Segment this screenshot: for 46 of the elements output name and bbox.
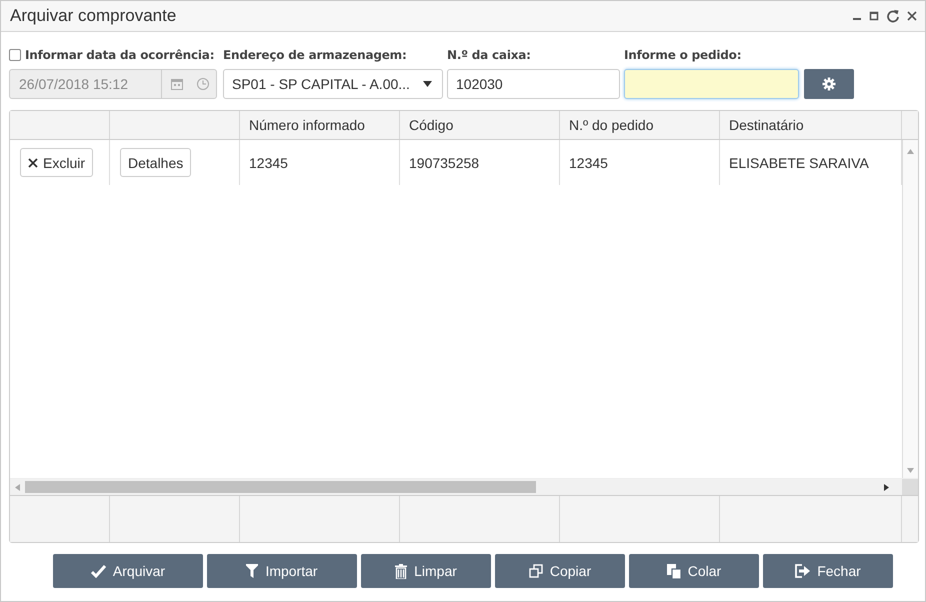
copy-icon (528, 564, 543, 578)
delete-button[interactable]: Excluir (20, 148, 94, 177)
action-button[interactable]: Fechar (763, 554, 893, 588)
table-cell: 190735258 (409, 154, 480, 170)
column-header[interactable]: Destinatário (729, 117, 804, 133)
vertical-scrollbar[interactable] (902, 140, 918, 478)
action-button[interactable]: Colar (629, 554, 759, 588)
checkbox[interactable] (9, 49, 21, 61)
maximize-icon[interactable] (869, 11, 879, 21)
close-icon (28, 158, 38, 168)
exit-icon (795, 564, 810, 578)
close-icon[interactable] (907, 11, 917, 21)
action-button[interactable]: Copiar (495, 554, 625, 588)
horizontal-scrollbar[interactable] (10, 478, 918, 495)
column-header[interactable]: Número informado (249, 117, 365, 133)
trash-icon (395, 564, 408, 578)
settings-icon (822, 77, 836, 91)
paste-icon (666, 564, 681, 578)
action-button[interactable]: Importar (207, 554, 357, 588)
column-header[interactable]: N.º do pedido (569, 117, 654, 133)
scroll-thumb[interactable] (25, 481, 536, 493)
table-cell: 12345 (569, 154, 608, 170)
action-button[interactable]: Arquivar (53, 554, 203, 588)
settings-button[interactable] (804, 69, 854, 99)
caret-icon (423, 81, 432, 87)
date-toggle-label: Informar data da ocorrência: (25, 48, 214, 62)
scroll-up-icon[interactable] (907, 149, 914, 154)
order-label: Informe o pedido: (624, 47, 742, 63)
scrollbar-corner (902, 479, 918, 495)
action-button[interactable]: Limpar (361, 554, 491, 588)
address-label: Endereço de armazenagem: (223, 47, 408, 63)
refresh-icon[interactable] (886, 9, 900, 23)
scroll-left-icon[interactable] (15, 484, 20, 490)
filter-icon (246, 564, 258, 578)
column-header[interactable]: Código (409, 117, 454, 133)
scroll-right-icon[interactable] (884, 484, 889, 490)
table-cell: 12345 (249, 154, 288, 170)
box-number-field[interactable]: 102030 (447, 69, 620, 99)
details-button[interactable]: Detalhes (120, 148, 192, 177)
box-number-label: N.º da caixa: (447, 47, 532, 63)
scroll-down-icon[interactable] (907, 468, 914, 473)
table-cell: ELISABETE SARAIVA (729, 154, 869, 170)
window-title: Arquivar comprovante (10, 6, 176, 26)
order-field[interactable] (624, 69, 799, 99)
check-icon (90, 564, 106, 578)
address-select[interactable]: SP01 - SP CAPITAL - A.00... (223, 69, 443, 99)
